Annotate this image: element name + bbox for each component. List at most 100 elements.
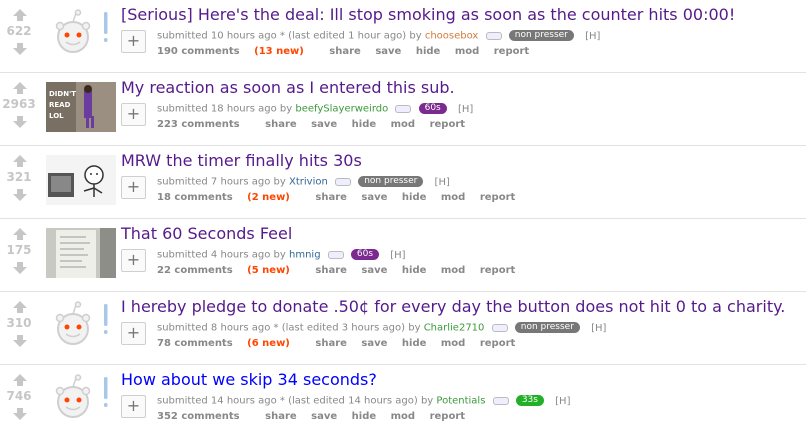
post-buttons: 223 comments share save hide mod report: [157, 119, 476, 130]
post-title-link[interactable]: My reaction as soon as I entered this su…: [121, 77, 802, 99]
upvote-arrow-icon[interactable]: [13, 155, 27, 167]
new-comments-count: (6 new): [247, 338, 290, 349]
comments-link[interactable]: 22 comments (5 new): [157, 265, 301, 276]
post-row: 310 I hereby pledge to donate .50¢ for e…: [0, 292, 806, 365]
hide-button[interactable]: hide: [402, 192, 427, 203]
vote-column: 310: [0, 292, 42, 364]
meme-thumbnail-image[interactable]: DIDN'T READ LOL: [46, 82, 116, 132]
plus-expando-icon[interactable]: +: [121, 103, 146, 126]
report-button[interactable]: report: [430, 411, 465, 422]
share-button[interactable]: share: [329, 46, 361, 57]
plus-expando-icon[interactable]: +: [121, 395, 146, 418]
post-buttons: 18 comments (2 new) share save hide mod …: [157, 192, 526, 203]
author-link[interactable]: Xtrivion: [289, 177, 328, 188]
report-button[interactable]: report: [480, 192, 515, 203]
vote-column: 321: [0, 146, 42, 218]
plus-expando-icon[interactable]: +: [121, 249, 146, 272]
upvote-arrow-icon[interactable]: [13, 9, 27, 21]
snoo-thumbnail-icon[interactable]: [46, 301, 116, 351]
h-tag: [H]: [457, 103, 474, 115]
report-button[interactable]: report: [430, 119, 465, 130]
mod-button[interactable]: mod: [391, 119, 415, 130]
comic-thumbnail-image[interactable]: [46, 155, 116, 205]
post-row: 2963 DIDN'T READ LOL My reaction as soon…: [0, 73, 806, 146]
comments-link[interactable]: 190 comments (13 new): [157, 46, 315, 57]
hide-button[interactable]: hide: [402, 265, 427, 276]
comments-link[interactable]: 18 comments (2 new): [157, 192, 301, 203]
save-button[interactable]: save: [311, 119, 337, 130]
downvote-arrow-icon[interactable]: [13, 262, 27, 274]
hide-button[interactable]: hide: [352, 119, 377, 130]
hide-button[interactable]: hide: [402, 338, 427, 349]
plus-expando-icon[interactable]: +: [121, 322, 146, 345]
share-button[interactable]: share: [265, 411, 297, 422]
save-button[interactable]: save: [361, 265, 387, 276]
save-button[interactable]: save: [361, 192, 387, 203]
author-link[interactable]: Charlie2710: [424, 323, 485, 334]
save-button[interactable]: save: [311, 411, 337, 422]
mod-button[interactable]: mod: [391, 411, 415, 422]
downvote-arrow-icon[interactable]: [13, 116, 27, 128]
post-tagline: submitted 4 hours ago by hmnig 60s [H]: [157, 249, 406, 261]
post-buttons: 190 comments (13 new) share save hide mo…: [157, 46, 540, 57]
post-title-link[interactable]: How about we skip 34 seconds?: [121, 369, 802, 391]
vote-column: 175: [0, 219, 42, 291]
submitted-text: submitted 4 hours ago by: [157, 249, 286, 261]
vote-column: 746: [0, 365, 42, 438]
share-button[interactable]: share: [315, 338, 347, 349]
snoo-thumbnail-icon[interactable]: [46, 374, 116, 424]
post-score: 321: [6, 170, 32, 184]
share-button[interactable]: share: [315, 192, 347, 203]
meme-text-line: DIDN'T: [49, 90, 76, 98]
share-button[interactable]: share: [315, 265, 347, 276]
mod-button[interactable]: mod: [455, 46, 479, 57]
mod-button[interactable]: mod: [441, 338, 465, 349]
post-entry: [Serious] Here's the deal: Ill stop smok…: [121, 4, 802, 57]
upvote-arrow-icon[interactable]: [13, 301, 27, 313]
mod-button[interactable]: mod: [441, 192, 465, 203]
post-title-link[interactable]: I hereby pledge to donate .50¢ for every…: [121, 296, 802, 318]
plus-expando-icon[interactable]: +: [121, 176, 146, 199]
author-link[interactable]: hmnig: [289, 250, 321, 261]
comments-count: 18 comments: [157, 192, 233, 203]
upvote-arrow-icon[interactable]: [13, 228, 27, 240]
downvote-arrow-icon[interactable]: [13, 189, 27, 201]
comments-count: 78 comments: [157, 338, 233, 349]
comments-count: 22 comments: [157, 265, 233, 276]
post-score: 746: [6, 389, 32, 403]
flair-key-icon: [395, 104, 412, 113]
hide-button[interactable]: hide: [416, 46, 441, 57]
report-button[interactable]: report: [494, 46, 529, 57]
h-tag: [H]: [555, 395, 571, 407]
comments-count: 190 comments: [157, 46, 240, 57]
flair-key-icon: [327, 250, 344, 259]
snoo-thumbnail-icon[interactable]: [46, 9, 116, 59]
downvote-arrow-icon[interactable]: [13, 408, 27, 420]
author-link[interactable]: beefySlayerweirdo: [295, 104, 388, 115]
submitted-text: submitted 10 hours ago * (last edited 1 …: [157, 30, 422, 42]
post-title-link[interactable]: [Serious] Here's the deal: Ill stop smok…: [121, 4, 802, 26]
downvote-arrow-icon[interactable]: [13, 335, 27, 347]
plus-expando-icon[interactable]: +: [121, 30, 146, 53]
hide-button[interactable]: hide: [352, 411, 377, 422]
upvote-arrow-icon[interactable]: [13, 374, 27, 386]
mod-button[interactable]: mod: [441, 265, 465, 276]
comments-link[interactable]: 352 comments: [157, 411, 251, 422]
flair-key-icon: [492, 396, 509, 405]
save-button[interactable]: save: [375, 46, 401, 57]
report-button[interactable]: report: [480, 338, 515, 349]
report-button[interactable]: report: [480, 265, 515, 276]
comments-link[interactable]: 78 comments (6 new): [157, 338, 301, 349]
post-title-link[interactable]: That 60 Seconds Feel: [121, 223, 802, 245]
downvote-arrow-icon[interactable]: [13, 43, 27, 55]
post-tagline: submitted 7 hours ago by Xtrivion non pr…: [157, 176, 450, 188]
paper-thumbnail-image[interactable]: [46, 228, 116, 278]
author-link[interactable]: choosebox: [425, 31, 479, 42]
upvote-arrow-icon[interactable]: [13, 82, 27, 94]
post-buttons: 78 comments (6 new) share save hide mod …: [157, 338, 526, 349]
author-link[interactable]: Potentials: [436, 396, 485, 407]
save-button[interactable]: save: [361, 338, 387, 349]
post-title-link[interactable]: MRW the timer finally hits 30s: [121, 150, 802, 172]
share-button[interactable]: share: [265, 119, 297, 130]
comments-link[interactable]: 223 comments: [157, 119, 251, 130]
